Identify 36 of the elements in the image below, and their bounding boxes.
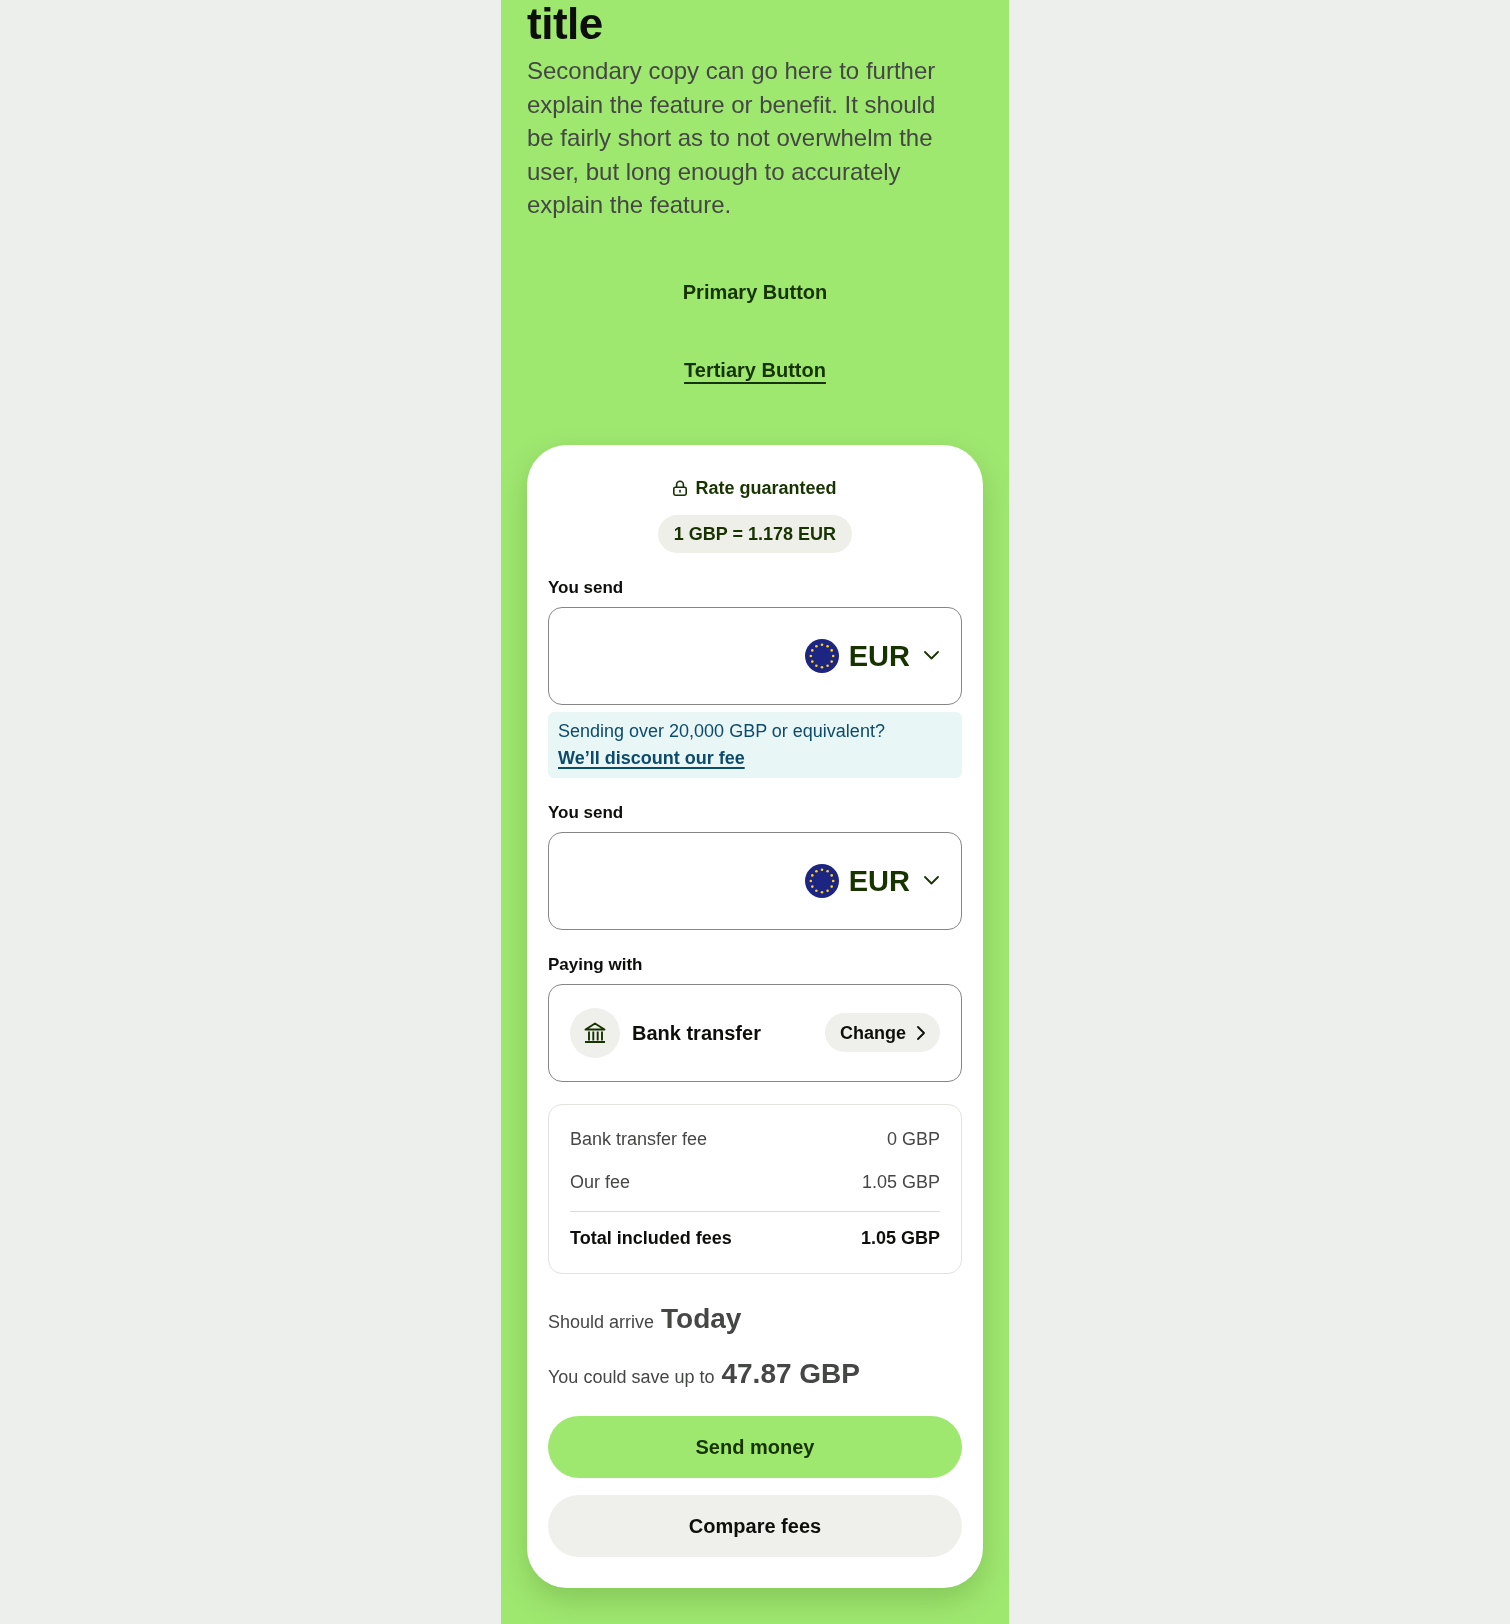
payment-method: Bank transfer bbox=[632, 1020, 762, 1045]
chevron-down-icon bbox=[924, 876, 939, 885]
currency-select[interactable]: EUR bbox=[804, 863, 939, 898]
fee-value: 1.05 GBP bbox=[861, 1170, 940, 1194]
promo-title: title bbox=[527, 0, 603, 48]
compare-fees-button[interactable]: Compare fees bbox=[548, 1494, 962, 1557]
send-money-button[interactable]: Send money bbox=[548, 1415, 962, 1478]
field-label: Paying with bbox=[548, 953, 644, 976]
notice-text: Sending over 20,000 GBP or equivalent? bbox=[558, 719, 886, 743]
primary-button[interactable]: Primary Button bbox=[682, 279, 828, 304]
exchange-rate: 1 GBP = 1.178 EUR bbox=[657, 514, 853, 553]
amount-field[interactable]: EUR bbox=[548, 831, 962, 930]
bank-icon bbox=[570, 1007, 620, 1058]
currency-select[interactable]: EUR bbox=[804, 638, 939, 673]
amount-field[interactable]: EUR bbox=[548, 606, 962, 705]
chevron-right-icon bbox=[917, 1025, 925, 1040]
fee-label: Our fee bbox=[570, 1170, 631, 1194]
rate-status: Rate guaranteed bbox=[695, 476, 837, 499]
fee-value: 0 GBP bbox=[886, 1127, 940, 1151]
flag-icon bbox=[804, 638, 839, 673]
field-label: You send bbox=[548, 576, 625, 599]
chevron-down-icon bbox=[924, 651, 939, 660]
field-label: You send bbox=[548, 801, 625, 824]
change-button[interactable]: Change bbox=[825, 1013, 940, 1052]
total-value: 1.05 GBP bbox=[860, 1226, 940, 1250]
lock-icon bbox=[673, 479, 688, 496]
flag-icon bbox=[804, 863, 839, 898]
tertiary-button[interactable]: Tertiary Button bbox=[684, 357, 826, 382]
discount-link[interactable]: We’ll discount our fee bbox=[558, 744, 745, 772]
savings-value: 47.87 GBP bbox=[721, 1356, 860, 1391]
fee-label: Bank transfer fee bbox=[570, 1127, 708, 1151]
promo-description: Secondary copy can go here to further explain the feature or benefit. It should be fairly short as to not overwhelm the user, but long enough to accurately explain the feature. bbox=[527, 56, 937, 220]
total-label: Total included fees bbox=[570, 1226, 732, 1250]
savings-label: You could save up to bbox=[548, 1365, 715, 1389]
arrival-label: Should arrive bbox=[548, 1310, 655, 1334]
arrival-value: Today bbox=[661, 1301, 742, 1336]
